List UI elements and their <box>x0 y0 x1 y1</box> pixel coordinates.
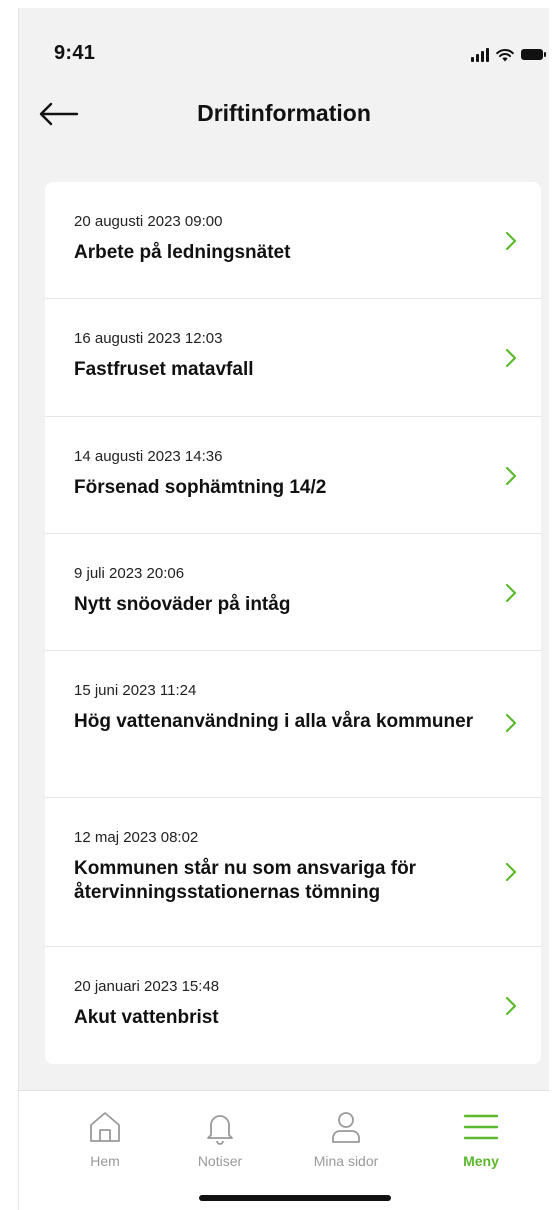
bell-icon <box>207 1115 233 1145</box>
item-title: Arbete på ledningsnätet <box>74 242 291 263</box>
nav-menu[interactable]: Meny <box>426 1109 536 1169</box>
list-item[interactable]: 12 maj 2023 08:02 Kommunen står nu som a… <box>45 798 541 947</box>
nav-label-menu: Meny <box>463 1153 499 1169</box>
chevron-right-icon <box>505 348 517 368</box>
item-date: 20 augusti 2023 09:00 <box>74 213 223 230</box>
item-date: 12 maj 2023 08:02 <box>74 829 199 846</box>
cellular-signal-icon <box>471 48 489 62</box>
nav-notifications[interactable]: Notiser <box>165 1109 275 1169</box>
user-icon <box>332 1112 360 1143</box>
chevron-right-icon <box>505 713 517 733</box>
wifi-icon <box>496 49 514 62</box>
nav-label-home: Hem <box>90 1153 120 1169</box>
header: Driftinformation <box>19 88 549 144</box>
bottom-nav: Hem Notiser Mina sidor Meny <box>19 1090 549 1210</box>
home-indicator <box>199 1195 391 1201</box>
item-date: 9 juli 2023 20:06 <box>74 565 185 582</box>
item-title: Kommunen står nu som ansvariga för återv… <box>74 858 417 903</box>
item-title: Fastfruset matavfall <box>74 359 254 380</box>
nav-label-my-pages: Mina sidor <box>313 1153 379 1169</box>
item-date: 20 januari 2023 15:48 <box>74 978 220 995</box>
list-item[interactable]: 16 augusti 2023 12:03 Fastfruset matavfa… <box>45 299 541 417</box>
item-title: Hög vattenanvändning i alla våra kommune… <box>74 711 474 732</box>
status-icons <box>471 46 546 62</box>
driftinfo-list: 20 augusti 2023 09:00 Arbete på lednings… <box>45 182 541 1064</box>
list-item[interactable]: 15 juni 2023 11:24 Hög vattenanvändning … <box>45 651 541 798</box>
nav-home[interactable]: Hem <box>50 1109 160 1169</box>
item-date: 15 juni 2023 11:24 <box>74 682 197 699</box>
battery-icon <box>521 49 546 60</box>
nav-label-notifications: Notiser <box>197 1153 243 1169</box>
status-time: 9:41 <box>54 42 96 64</box>
chevron-right-icon <box>505 583 517 603</box>
list-item[interactable]: 20 augusti 2023 09:00 Arbete på lednings… <box>45 182 541 299</box>
chevron-right-icon <box>505 862 517 882</box>
item-date: 16 augusti 2023 12:03 <box>74 330 223 347</box>
status-bar: 9:41 <box>19 8 549 88</box>
chevron-right-icon <box>505 466 517 486</box>
page-title: Driftinformation <box>197 100 371 126</box>
list-item[interactable]: 20 januari 2023 15:48 Akut vattenbrist <box>45 947 541 1064</box>
chevron-right-icon <box>505 231 517 251</box>
nav-my-pages[interactable]: Mina sidor <box>291 1109 401 1169</box>
item-date: 14 augusti 2023 14:36 <box>74 448 223 465</box>
item-title: Försenad sophämtning 14/2 <box>74 477 327 498</box>
list-item[interactable]: 9 juli 2023 20:06 Nytt snöoväder på intå… <box>45 534 541 651</box>
home-icon <box>90 1112 120 1142</box>
item-title: Akut vattenbrist <box>74 1007 219 1028</box>
item-title: Nytt snöoväder på intåg <box>74 594 291 615</box>
hamburger-menu-icon <box>463 1114 499 1140</box>
list-item[interactable]: 14 augusti 2023 14:36 Försenad sophämtni… <box>45 417 541 534</box>
phone-screen: 9:41 Driftinformation 20 augusti 2023 09… <box>18 8 549 1210</box>
chevron-right-icon <box>505 996 517 1016</box>
